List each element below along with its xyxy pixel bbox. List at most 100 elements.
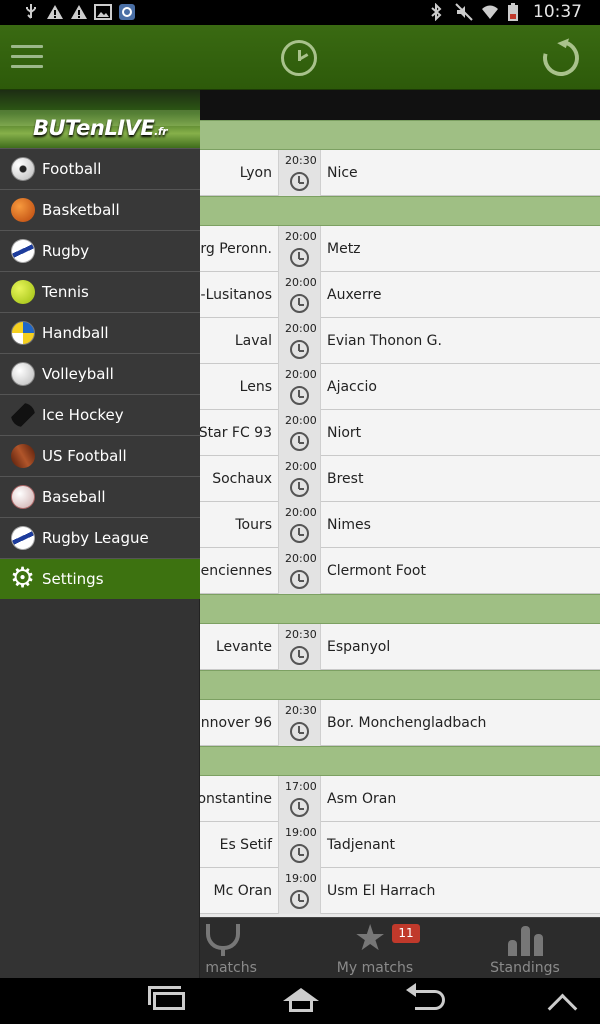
match-time-cell: 20:00 (278, 364, 321, 410)
system-nav-bar (0, 978, 600, 1024)
match-time-cell: 20:30 (278, 150, 321, 196)
up-chevron-icon[interactable] (546, 998, 576, 1012)
home-icon[interactable] (283, 988, 319, 1014)
notification-badge: 11 (392, 924, 420, 943)
drawer-item-handball[interactable]: Handball (0, 312, 200, 353)
match-time-cell: 20:00 (278, 410, 321, 456)
hockey-puck-icon (11, 403, 35, 427)
away-team: Espanyol (327, 639, 391, 655)
away-team: Asm Oran (327, 791, 397, 807)
drawer-item-basketball[interactable]: Basketball (0, 189, 200, 230)
match-time: 20:00 (285, 552, 317, 565)
match-time-cell: 20:00 (278, 272, 321, 318)
match-time: 20:30 (285, 628, 317, 641)
refresh-icon[interactable] (536, 33, 586, 83)
clock-icon (290, 570, 309, 589)
bluetooth-icon (429, 2, 447, 22)
drawer-item-label: US Football (42, 447, 127, 465)
recent-apps-icon[interactable] (148, 986, 185, 1010)
app-logo: BUTenLIVE.fr (0, 90, 200, 148)
drawer-item-settings[interactable]: Settings (0, 558, 200, 599)
home-team: Mc Oran (213, 883, 272, 899)
clock-icon (290, 798, 309, 817)
clock-icon (290, 844, 309, 863)
clock-icon (290, 478, 309, 497)
clock-time: 10:37 (533, 2, 582, 22)
match-time: 19:00 (285, 826, 317, 839)
gear-icon (10, 561, 35, 594)
home-team: Tours (235, 517, 272, 533)
home-team: Es Setif (219, 837, 272, 853)
match-time-cell: 20:30 (278, 700, 321, 746)
match-time: 19:00 (285, 872, 317, 885)
drawer-item-us-football[interactable]: US Football (0, 435, 200, 476)
match-time: 20:00 (285, 506, 317, 519)
mute-icon (455, 3, 473, 21)
away-team: Niort (327, 425, 362, 441)
baseball-icon (11, 485, 35, 509)
away-team: Bor. Monchengladbach (327, 715, 487, 731)
drawer-item-tennis[interactable]: Tennis (0, 271, 200, 312)
match-time-cell: 19:00 (278, 822, 321, 868)
drawer-item-rugby-league[interactable]: Rugby League (0, 517, 200, 558)
notification-icons (22, 3, 136, 21)
navigation-drawer: BUTenLIVE.fr Football Basketball Rugby Tenn… (0, 90, 200, 978)
tennis-ball-icon (11, 280, 35, 304)
drawer-item-ice-hockey[interactable]: Ice Hockey (0, 394, 200, 435)
match-time-cell: 20:00 (278, 318, 321, 364)
away-team: Nimes (327, 517, 371, 533)
hamburger-icon[interactable] (11, 45, 43, 71)
drawer-item-football[interactable]: Football (0, 148, 200, 189)
app-icon (118, 3, 136, 21)
clock-icon (290, 172, 309, 191)
match-time: 20:00 (285, 368, 317, 381)
away-team: Clermont Foot (327, 563, 426, 579)
clock-icon (290, 722, 309, 741)
match-time: 20:00 (285, 230, 317, 243)
back-icon[interactable] (406, 983, 445, 1010)
action-bar (0, 25, 600, 90)
match-time: 20:30 (285, 154, 317, 167)
warning-icon (70, 3, 88, 21)
drawer-item-label: Volleyball (42, 365, 114, 383)
away-team: Metz (327, 241, 361, 257)
tab-my-matchs[interactable]: ★ 11 My matchs (300, 918, 450, 978)
clock-icon (290, 386, 309, 405)
logo-suffix: .fr (154, 125, 168, 138)
away-team: Ajaccio (327, 379, 377, 395)
image-icon (94, 3, 112, 21)
away-team: Usm El Harrach (327, 883, 436, 899)
match-time: 20:30 (285, 704, 317, 717)
system-indicators: 10:37 (429, 2, 582, 22)
drawer-item-baseball[interactable]: Baseball (0, 476, 200, 517)
clock-icon (290, 340, 309, 359)
bar-chart-icon (508, 924, 544, 956)
tab-mine-label: My matchs (336, 960, 414, 976)
battery-icon (507, 3, 525, 21)
match-time-cell: 20:00 (278, 456, 321, 502)
drawer-item-label: Handball (42, 324, 109, 342)
clock-icon (290, 432, 309, 451)
clock-icon[interactable] (281, 40, 317, 76)
home-team: Constantine (187, 791, 272, 807)
rugby-ball-icon (7, 235, 39, 267)
match-time: 17:00 (285, 780, 317, 793)
drawer-item-rugby[interactable]: Rugby (0, 230, 200, 271)
rugby-league-ball-icon (7, 522, 39, 554)
drawer-item-label: Baseball (42, 488, 106, 506)
status-bar: 10:37 (0, 0, 600, 25)
home-team: Sochaux (212, 471, 272, 487)
home-team: Laval (234, 333, 272, 349)
basketball-icon (11, 198, 35, 222)
drawer-item-label: Tennis (42, 283, 89, 301)
drawer-item-label: Football (42, 160, 102, 178)
wifi-icon (481, 3, 499, 21)
match-time-cell: 20:00 (278, 548, 321, 594)
tab-standings[interactable]: Standings (450, 918, 600, 978)
drawer-item-label: Rugby (42, 242, 90, 260)
home-team: alenciennes (188, 563, 272, 579)
clock-icon (290, 646, 309, 665)
drawer-item-label: Rugby League (42, 529, 149, 547)
match-time: 20:00 (285, 276, 317, 289)
drawer-item-volleyball[interactable]: Volleyball (0, 353, 200, 394)
